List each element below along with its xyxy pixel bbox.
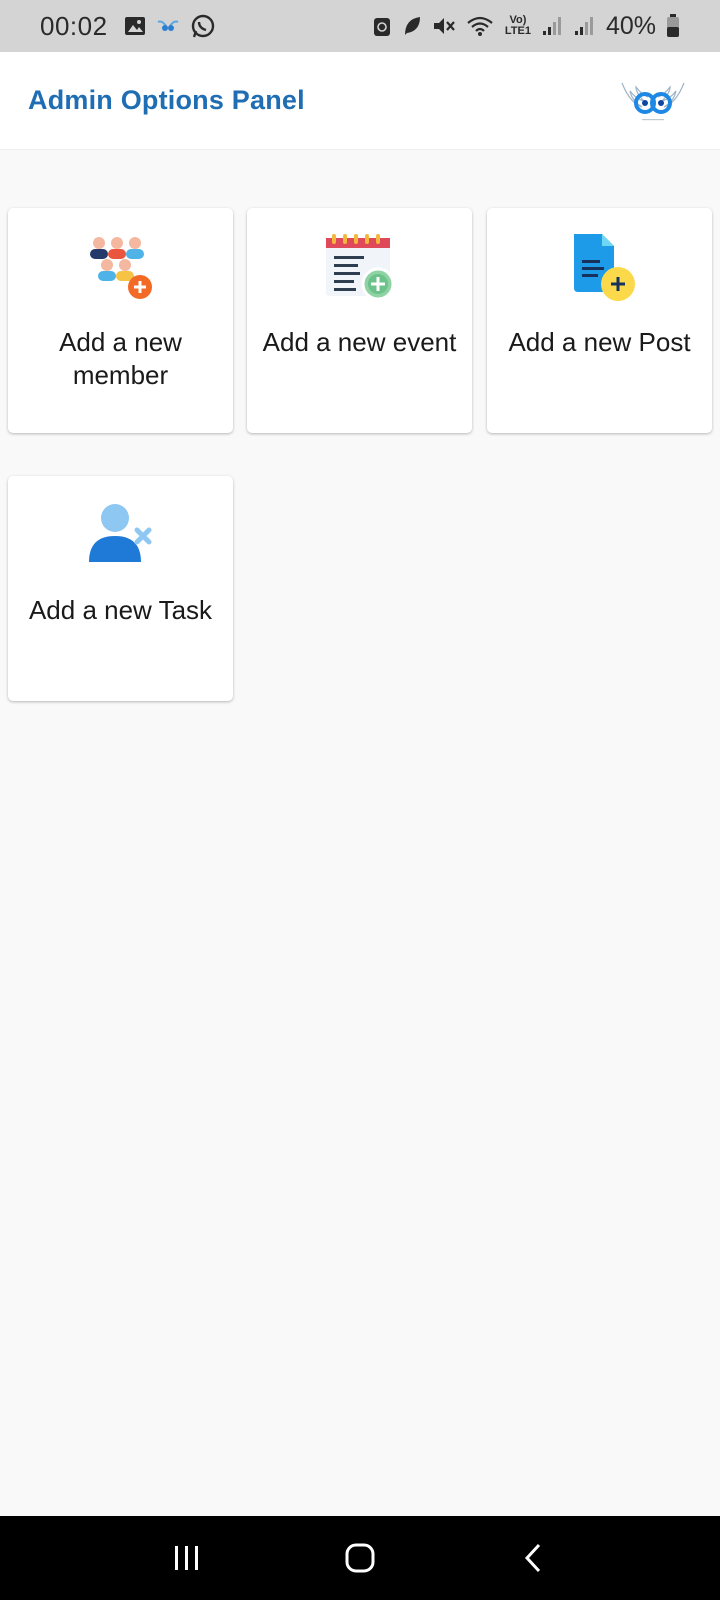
- add-member-icon: [85, 232, 157, 304]
- page-title: Admin Options Panel: [28, 85, 305, 115]
- back-icon[interactable]: [503, 1533, 563, 1583]
- recycle-icon: [372, 14, 392, 38]
- volte-label: Vo) LTE1: [504, 14, 531, 37]
- mute-icon: [432, 15, 456, 37]
- add-event-icon: [324, 232, 396, 304]
- add-event-label: Add a new event: [262, 327, 457, 357]
- battery-icon: [666, 14, 680, 38]
- add-post-card[interactable]: Add a new Post: [487, 208, 712, 433]
- recents-icon[interactable]: [157, 1533, 217, 1583]
- add-post-label: Add a new Post: [508, 327, 691, 357]
- status-time: 00:02: [40, 10, 108, 41]
- home-icon[interactable]: [330, 1533, 390, 1583]
- leaf-icon: [402, 15, 422, 37]
- owl-wings-logo-icon: [618, 73, 688, 129]
- add-member-label: Add a new member: [59, 327, 182, 390]
- gallery-notification-icon: [124, 15, 146, 37]
- signal-icon-1: [542, 16, 564, 36]
- wifi-icon: [466, 15, 494, 37]
- status-right: Vo) LTE1 40%: [372, 12, 680, 41]
- app-notification-icon: [156, 18, 180, 34]
- add-member-card[interactable]: Add a new member: [8, 208, 233, 433]
- add-task-label: Add a new Task: [28, 595, 213, 625]
- battery-percent: 40%: [605, 11, 656, 40]
- navigation-bar: [0, 1516, 720, 1600]
- whatsapp-notification-icon: [190, 13, 216, 39]
- add-event-card[interactable]: Add a new event: [247, 208, 472, 433]
- signal-icon-2: [574, 16, 596, 36]
- status-bar: 00:02 Vo) LTE1 40%: [0, 0, 720, 52]
- status-left: 00:02: [40, 11, 216, 42]
- add-task-icon: [85, 500, 157, 572]
- app-bar: Admin Options Panel: [0, 52, 720, 150]
- add-task-card[interactable]: Add a new Task: [8, 476, 233, 701]
- add-post-icon: [564, 232, 636, 304]
